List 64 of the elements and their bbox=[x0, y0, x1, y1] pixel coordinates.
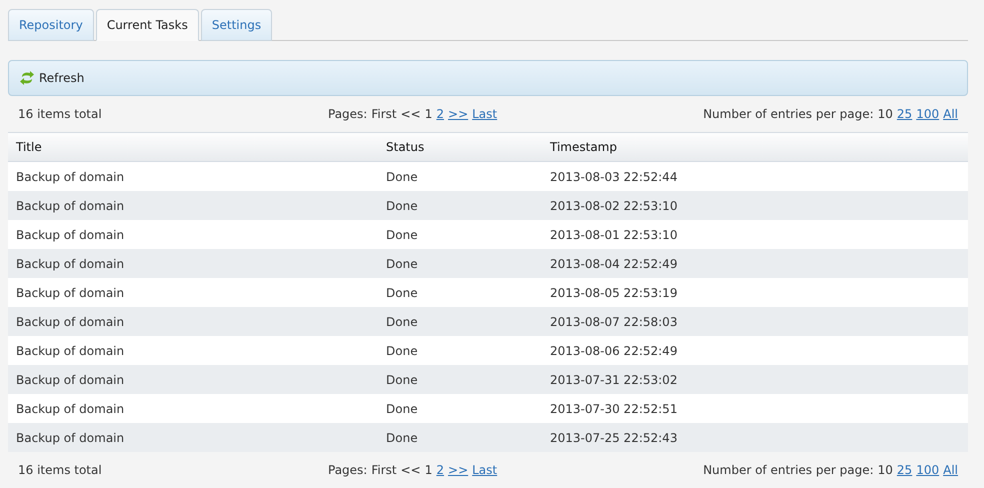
table-cell-text: Done bbox=[385, 342, 419, 360]
table-cell-text: Done bbox=[385, 314, 419, 330]
pages-label: Pages: bbox=[328, 462, 368, 479]
tab[interactable]: Repository bbox=[8, 9, 94, 41]
table-cell-text: 2013-08-01 22:53:10 bbox=[549, 226, 678, 244]
page-link[interactable]: 2 bbox=[436, 105, 444, 123]
per-page-link[interactable]: All bbox=[943, 105, 958, 123]
items-total: 16 items total bbox=[18, 106, 103, 123]
tab[interactable]: Settings bbox=[200, 9, 272, 41]
table-cell-text: Done bbox=[385, 400, 419, 418]
table-cell-text: Done bbox=[385, 430, 419, 446]
page-text: 1 bbox=[424, 106, 432, 123]
per-page-link[interactable]: All bbox=[943, 461, 958, 479]
page-text: 1 bbox=[424, 462, 432, 479]
page-link[interactable]: 2 bbox=[436, 461, 444, 479]
table-cell-text: Done bbox=[385, 256, 419, 272]
table-cell-text: Backup of domain bbox=[15, 400, 126, 418]
column-header: Title bbox=[15, 139, 43, 156]
page-text: First bbox=[371, 106, 397, 123]
table-cell-text: Backup of domain bbox=[15, 284, 126, 302]
refresh-button[interactable]: Refresh bbox=[19, 69, 84, 87]
column-header: Status bbox=[385, 139, 426, 156]
table-cell-text: Backup of domain bbox=[15, 430, 126, 446]
table-cell-text: Done bbox=[385, 372, 419, 388]
tab[interactable]: Current Tasks bbox=[96, 9, 199, 41]
table-cell-text: Backup of domain bbox=[15, 198, 126, 214]
per-page-label: Number of entries per page: bbox=[703, 462, 874, 479]
table-cell-text: 2013-07-25 22:52:43 bbox=[549, 430, 678, 446]
page-link[interactable]: >> bbox=[448, 105, 468, 123]
table-cell-text: Backup of domain bbox=[15, 314, 126, 330]
table-cell-text: Backup of domain bbox=[15, 226, 126, 244]
page-link[interactable]: >> bbox=[448, 461, 468, 479]
table-cell-text: 2013-08-05 22:53:19 bbox=[549, 284, 678, 302]
per-page-link[interactable]: 25 bbox=[896, 461, 912, 479]
table-cell-text: 2013-08-04 22:52:49 bbox=[549, 256, 678, 272]
page-link[interactable]: Last bbox=[472, 105, 498, 123]
table-cell-text: 2013-08-02 22:53:10 bbox=[549, 198, 678, 214]
table-cell-text: 2013-08-06 22:52:49 bbox=[549, 342, 678, 360]
items-total: 16 items total bbox=[18, 462, 103, 479]
column-header: Timestamp bbox=[549, 139, 618, 156]
table-cell-text: 2013-07-30 22:52:51 bbox=[549, 400, 678, 418]
page-text: << bbox=[400, 106, 421, 123]
per-page-label: Number of entries per page: bbox=[703, 106, 874, 123]
table-cell-text: Done bbox=[385, 284, 419, 302]
table-cell-text: Done bbox=[385, 168, 419, 186]
table-cell-text: Backup of domain bbox=[15, 256, 126, 272]
table-cell-text: Done bbox=[385, 226, 419, 244]
table-cell-text: 2013-08-03 22:52:44 bbox=[549, 168, 678, 186]
table-cell-text: 2013-08-07 22:58:03 bbox=[549, 314, 678, 330]
per-page-text: 10 bbox=[878, 106, 893, 123]
pages-label: Pages: bbox=[328, 106, 368, 123]
table-cell-text: 2013-07-31 22:53:02 bbox=[549, 372, 678, 388]
per-page-link[interactable]: 100 bbox=[916, 461, 940, 479]
refresh-arrows-icon bbox=[19, 70, 35, 86]
per-page-link[interactable]: 100 bbox=[916, 105, 940, 123]
per-page-link[interactable]: 25 bbox=[896, 105, 912, 123]
page-text: << bbox=[400, 462, 421, 479]
table-cell-text: Backup of domain bbox=[15, 342, 126, 360]
page-link[interactable]: Last bbox=[472, 461, 498, 479]
page-text: First bbox=[371, 462, 397, 479]
per-page-text: 10 bbox=[878, 462, 893, 479]
table-cell-text: Done bbox=[385, 198, 419, 214]
table-cell-text: Backup of domain bbox=[15, 372, 126, 388]
table-cell-text: Backup of domain bbox=[15, 168, 126, 186]
